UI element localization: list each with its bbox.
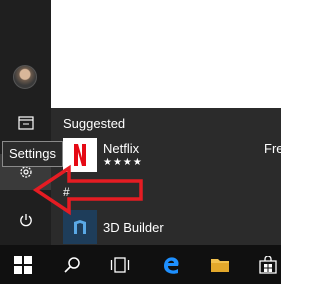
edge-icon xyxy=(164,256,179,274)
user-avatar[interactable] xyxy=(13,65,37,89)
file-explorer-icon xyxy=(17,116,34,130)
file-explorer-button[interactable] xyxy=(0,105,51,141)
power-button[interactable] xyxy=(0,202,51,238)
store-icon xyxy=(259,255,277,274)
netflix-tile[interactable] xyxy=(63,138,97,172)
folder-icon xyxy=(211,258,229,272)
search-icon xyxy=(64,256,80,273)
power-icon xyxy=(19,214,32,227)
task-view-icon xyxy=(110,256,130,273)
store-button[interactable] xyxy=(245,245,291,284)
letter-header[interactable]: # xyxy=(63,185,70,199)
file-explorer-taskbar-button[interactable] xyxy=(197,245,243,284)
start-button[interactable] xyxy=(0,245,46,284)
desktop-background xyxy=(51,0,281,108)
settings-tooltip: Settings xyxy=(2,141,63,167)
suggested-cut-off-label: Fre xyxy=(264,141,284,156)
3d-builder-icon xyxy=(74,220,86,234)
3d-builder-tile[interactable] xyxy=(63,210,97,244)
search-button[interactable] xyxy=(49,245,95,284)
edge-button[interactable] xyxy=(148,245,194,284)
netflix-rating: ★★★★ xyxy=(103,157,143,168)
windows-logo-icon xyxy=(14,255,32,274)
suggested-header: Suggested xyxy=(63,116,126,131)
task-view-button[interactable] xyxy=(97,245,143,284)
netflix-logo-icon xyxy=(74,144,86,166)
3d-builder-app-name[interactable]: 3D Builder xyxy=(103,220,164,235)
netflix-app-name[interactable]: Netflix xyxy=(103,141,139,156)
